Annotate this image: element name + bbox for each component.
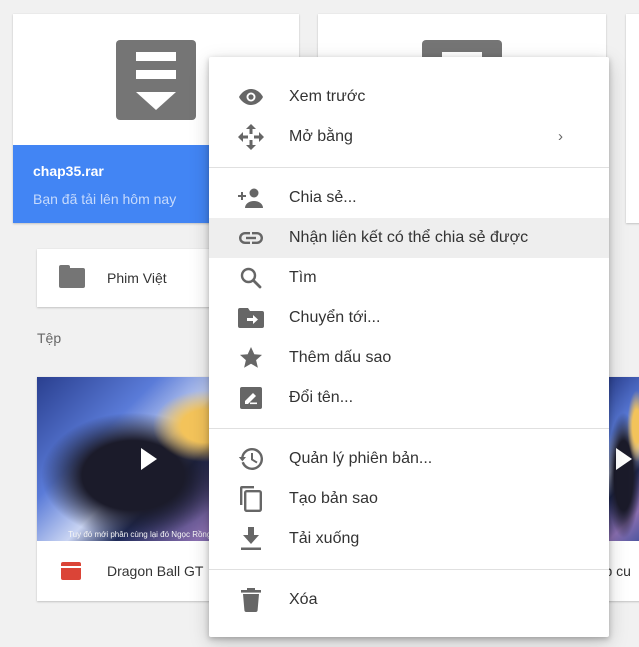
- menu-divider: [209, 428, 609, 429]
- menu-item-move-to[interactable]: Chuyển tới...: [209, 298, 609, 338]
- menu-item-download[interactable]: Tải xuống: [209, 519, 609, 559]
- play-icon: [141, 448, 157, 470]
- menu-item-label: Tìm: [289, 269, 317, 286]
- menu-item-make-copy[interactable]: Tạo bản sao: [209, 479, 609, 519]
- rename-icon: [237, 386, 265, 410]
- eye-icon: [237, 85, 265, 109]
- menu-item-label: Đổi tên...: [289, 389, 354, 406]
- file-card-partial[interactable]: [626, 14, 639, 223]
- menu-item-label: Chia sẻ...: [289, 189, 357, 206]
- menu-item-add-star[interactable]: Thêm dấu sao: [209, 338, 609, 378]
- menu-item-manage-versions[interactable]: Quản lý phiên bản...: [209, 439, 609, 479]
- menu-divider: [209, 569, 609, 570]
- star-icon: [237, 346, 265, 370]
- menu-item-get-link[interactable]: Nhận liên kết có thể chia sẻ được: [209, 218, 609, 258]
- menu-item-find[interactable]: Tìm: [209, 258, 609, 298]
- search-icon: [237, 266, 265, 290]
- person-add-icon: [237, 186, 265, 210]
- menu-item-rename[interactable]: Đổi tên...: [209, 378, 609, 418]
- download-icon: [237, 527, 265, 551]
- menu-item-label: Quản lý phiên bản...: [289, 450, 433, 467]
- folder-icon: [59, 265, 85, 288]
- copy-icon: [237, 486, 265, 512]
- menu-item-label: Nhận liên kết có thể chia sẻ được: [289, 229, 529, 246]
- history-icon: [237, 447, 265, 471]
- files-section-heading: Tệp: [37, 330, 62, 346]
- menu-item-label: Chuyển tới...: [289, 309, 381, 326]
- video-file-icon: [61, 562, 81, 580]
- menu-divider: [209, 167, 609, 168]
- play-icon: [616, 448, 632, 470]
- video-name: Dragon Ball GT: [107, 563, 204, 579]
- chevron-right-icon: ›: [558, 128, 563, 145]
- menu-item-preview[interactable]: Xem trước: [209, 77, 609, 117]
- trash-icon: [237, 588, 265, 612]
- menu-item-label: Thêm dấu sao: [289, 349, 392, 366]
- menu-item-label: Tải xuống: [289, 530, 360, 547]
- menu-item-label: Xem trước: [289, 88, 366, 105]
- archive-icon: [116, 39, 196, 120]
- context-menu: Xem trước Mở bằng › Chia sẻ... Nhận liên…: [209, 57, 609, 637]
- menu-item-share[interactable]: Chia sẻ...: [209, 178, 609, 218]
- menu-item-delete[interactable]: Xóa: [209, 580, 609, 620]
- link-icon: [237, 226, 265, 250]
- move-icon: [237, 124, 265, 150]
- menu-item-label: Xóa: [289, 591, 318, 608]
- video-thumbnail: [606, 377, 639, 541]
- menu-item-label: Tạo bản sao: [289, 490, 378, 507]
- folder-move-icon: [237, 306, 265, 330]
- menu-item-open-with[interactable]: Mở bằng ›: [209, 117, 609, 157]
- folder-name: Phim Việt: [107, 270, 167, 286]
- menu-item-label: Mở bằng: [289, 128, 353, 145]
